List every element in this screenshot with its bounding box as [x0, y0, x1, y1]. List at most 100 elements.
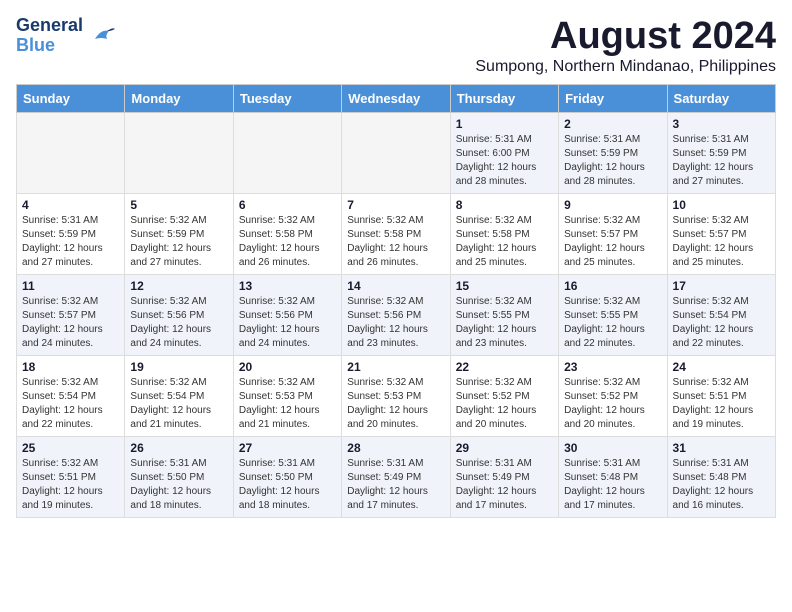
day-info: Sunrise: 5:32 AM Sunset: 5:55 PM Dayligh… [456, 295, 553, 351]
day-header-sunday: Sunday [17, 84, 125, 112]
day-header-saturday: Saturday [667, 84, 775, 112]
calendar-week-row: 25Sunrise: 5:32 AM Sunset: 5:51 PM Dayli… [17, 436, 776, 517]
day-number: 16 [564, 279, 661, 293]
day-info: Sunrise: 5:32 AM Sunset: 5:55 PM Dayligh… [564, 295, 661, 351]
day-header-friday: Friday [559, 84, 667, 112]
calendar-cell [125, 112, 233, 193]
day-number: 5 [130, 198, 227, 212]
calendar-cell: 18 Sunrise: 5:32 AM Sunset: 5:54 PM Dayli… [17, 355, 125, 436]
day-number: 8 [456, 198, 553, 212]
day-info: Sunrise: 5:31 AM Sunset: 5:59 PM Dayligh… [673, 133, 770, 189]
day-info: Sunrise: 5:32 AM Sunset: 5:59 PM Dayligh… [130, 214, 227, 270]
calendar-cell: 3Sunrise: 5:31 AM Sunset: 5:59 PM Daylig… [667, 112, 775, 193]
day-number: 22 [456, 360, 553, 374]
calendar-week-row: 11 Sunrise: 5:32 AM Sunset: 5:57 PM Dayli… [17, 274, 776, 355]
day-info: Sunrise: 5:32 AM Sunset: 5:56 PM Dayligh… [239, 295, 336, 351]
calendar-cell: 29 Sunrise: 5:31 AM Sunset: 5:49 PM Dayli… [450, 436, 558, 517]
day-number: 7 [347, 198, 444, 212]
calendar-cell: 30 Sunrise: 5:31 AM Sunset: 5:48 PM Dayli… [559, 436, 667, 517]
calendar-header-row: SundayMondayTuesdayWednesdayThursdayFrid… [17, 84, 776, 112]
logo-bird-icon [87, 21, 117, 51]
calendar-cell [233, 112, 341, 193]
calendar-cell: 25Sunrise: 5:32 AM Sunset: 5:51 PM Dayli… [17, 436, 125, 517]
calendar-cell [342, 112, 450, 193]
calendar-cell: 2Sunrise: 5:31 AM Sunset: 5:59 PM Daylig… [559, 112, 667, 193]
logo-general: General [16, 16, 83, 36]
day-number: 29 [456, 441, 553, 455]
day-info: Sunrise: 5:32 AM Sunset: 5:57 PM Dayligh… [564, 214, 661, 270]
calendar-week-row: 18 Sunrise: 5:32 AM Sunset: 5:54 PM Dayli… [17, 355, 776, 436]
calendar-cell: 5 Sunrise: 5:32 AM Sunset: 5:59 PM Daylig… [125, 193, 233, 274]
day-info: Sunrise: 5:32 AM Sunset: 5:58 PM Dayligh… [347, 214, 444, 270]
day-info: Sunrise: 5:32 AM Sunset: 5:56 PM Dayligh… [347, 295, 444, 351]
day-number: 30 [564, 441, 661, 455]
calendar-cell: 13 Sunrise: 5:32 AM Sunset: 5:56 PM Dayli… [233, 274, 341, 355]
calendar-cell: 4Sunrise: 5:31 AM Sunset: 5:59 PM Daylig… [17, 193, 125, 274]
calendar-cell: 14 Sunrise: 5:32 AM Sunset: 5:56 PM Dayli… [342, 274, 450, 355]
day-number: 19 [130, 360, 227, 374]
day-number: 6 [239, 198, 336, 212]
day-info: Sunrise: 5:32 AM Sunset: 5:58 PM Dayligh… [239, 214, 336, 270]
title-area: August 2024 Sumpong, Northern Mindanao, … [475, 16, 776, 76]
calendar-cell: 8 Sunrise: 5:32 AM Sunset: 5:58 PM Daylig… [450, 193, 558, 274]
day-info: Sunrise: 5:32 AM Sunset: 5:54 PM Dayligh… [130, 376, 227, 432]
day-info: Sunrise: 5:31 AM Sunset: 5:50 PM Dayligh… [130, 457, 227, 513]
calendar-cell: 20 Sunrise: 5:32 AM Sunset: 5:53 PM Dayli… [233, 355, 341, 436]
day-info: Sunrise: 5:32 AM Sunset: 5:53 PM Dayligh… [347, 376, 444, 432]
day-number: 1 [456, 117, 553, 131]
calendar-cell: 22 Sunrise: 5:32 AM Sunset: 5:52 PM Dayli… [450, 355, 558, 436]
calendar-cell: 12 Sunrise: 5:32 AM Sunset: 5:56 PM Dayli… [125, 274, 233, 355]
calendar-week-row: 1 Sunrise: 5:31 AM Sunset: 6:00 PM Daylig… [17, 112, 776, 193]
day-number: 10 [673, 198, 770, 212]
calendar-cell: 21Sunrise: 5:32 AM Sunset: 5:53 PM Dayli… [342, 355, 450, 436]
day-info: Sunrise: 5:32 AM Sunset: 5:56 PM Dayligh… [130, 295, 227, 351]
calendar-cell [17, 112, 125, 193]
day-info: Sunrise: 5:32 AM Sunset: 5:53 PM Dayligh… [239, 376, 336, 432]
page-title: August 2024 [475, 16, 776, 58]
calendar-week-row: 4Sunrise: 5:31 AM Sunset: 5:59 PM Daylig… [17, 193, 776, 274]
day-number: 26 [130, 441, 227, 455]
day-header-wednesday: Wednesday [342, 84, 450, 112]
day-info: Sunrise: 5:31 AM Sunset: 5:50 PM Dayligh… [239, 457, 336, 513]
calendar-cell: 11 Sunrise: 5:32 AM Sunset: 5:57 PM Dayli… [17, 274, 125, 355]
day-info: Sunrise: 5:32 AM Sunset: 5:51 PM Dayligh… [673, 376, 770, 432]
day-number: 27 [239, 441, 336, 455]
logo-blue: Blue [16, 36, 83, 56]
day-info: Sunrise: 5:32 AM Sunset: 5:57 PM Dayligh… [673, 214, 770, 270]
calendar-cell: 31Sunrise: 5:31 AM Sunset: 5:48 PM Dayli… [667, 436, 775, 517]
day-info: Sunrise: 5:32 AM Sunset: 5:54 PM Dayligh… [22, 376, 119, 432]
day-number: 13 [239, 279, 336, 293]
day-number: 17 [673, 279, 770, 293]
calendar-cell: 16 Sunrise: 5:32 AM Sunset: 5:55 PM Dayli… [559, 274, 667, 355]
calendar-cell: 10 Sunrise: 5:32 AM Sunset: 5:57 PM Dayli… [667, 193, 775, 274]
day-info: Sunrise: 5:32 AM Sunset: 5:57 PM Dayligh… [22, 295, 119, 351]
day-info: Sunrise: 5:31 AM Sunset: 5:48 PM Dayligh… [564, 457, 661, 513]
day-number: 15 [456, 279, 553, 293]
day-number: 24 [673, 360, 770, 374]
calendar-body: 1 Sunrise: 5:31 AM Sunset: 6:00 PM Daylig… [17, 112, 776, 517]
calendar-cell: 27 Sunrise: 5:31 AM Sunset: 5:50 PM Dayli… [233, 436, 341, 517]
calendar-cell: 28 Sunrise: 5:31 AM Sunset: 5:49 PM Dayli… [342, 436, 450, 517]
calendar-cell: 1 Sunrise: 5:31 AM Sunset: 6:00 PM Daylig… [450, 112, 558, 193]
day-number: 11 [22, 279, 119, 293]
day-number: 14 [347, 279, 444, 293]
day-info: Sunrise: 5:31 AM Sunset: 6:00 PM Dayligh… [456, 133, 553, 189]
day-number: 12 [130, 279, 227, 293]
calendar-cell: 9Sunrise: 5:32 AM Sunset: 5:57 PM Daylig… [559, 193, 667, 274]
day-number: 28 [347, 441, 444, 455]
day-info: Sunrise: 5:32 AM Sunset: 5:52 PM Dayligh… [456, 376, 553, 432]
day-info: Sunrise: 5:32 AM Sunset: 5:54 PM Dayligh… [673, 295, 770, 351]
calendar-cell: 6 Sunrise: 5:32 AM Sunset: 5:58 PM Daylig… [233, 193, 341, 274]
day-info: Sunrise: 5:32 AM Sunset: 5:58 PM Dayligh… [456, 214, 553, 270]
calendar-cell: 15 Sunrise: 5:32 AM Sunset: 5:55 PM Dayli… [450, 274, 558, 355]
day-info: Sunrise: 5:31 AM Sunset: 5:49 PM Dayligh… [347, 457, 444, 513]
day-header-monday: Monday [125, 84, 233, 112]
day-info: Sunrise: 5:31 AM Sunset: 5:48 PM Dayligh… [673, 457, 770, 513]
page-subtitle: Sumpong, Northern Mindanao, Philippines [475, 58, 776, 76]
day-info: Sunrise: 5:31 AM Sunset: 5:59 PM Dayligh… [564, 133, 661, 189]
day-number: 20 [239, 360, 336, 374]
day-number: 18 [22, 360, 119, 374]
calendar-cell: 23Sunrise: 5:32 AM Sunset: 5:52 PM Dayli… [559, 355, 667, 436]
day-info: Sunrise: 5:31 AM Sunset: 5:49 PM Dayligh… [456, 457, 553, 513]
day-number: 25 [22, 441, 119, 455]
